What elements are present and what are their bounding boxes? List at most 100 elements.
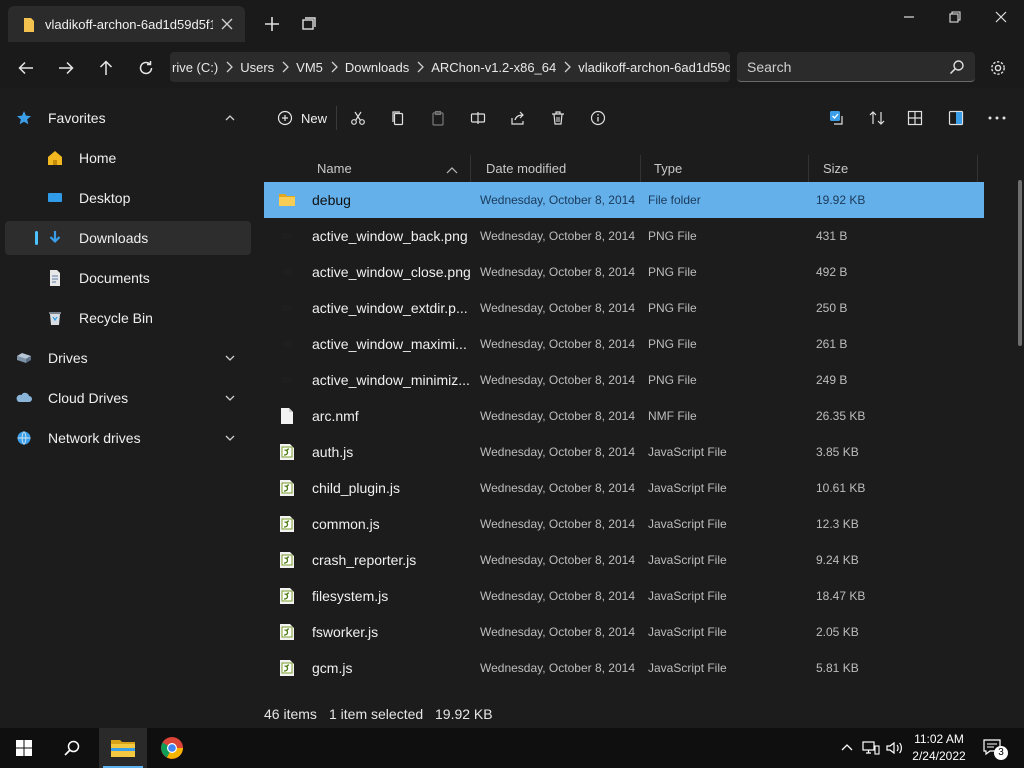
js-file-icon (278, 587, 296, 605)
chevron-down-icon[interactable] (223, 431, 237, 445)
sidebar-item-downloads[interactable]: Downloads (5, 221, 251, 255)
paste-icon[interactable] (427, 107, 449, 129)
search-input[interactable] (747, 57, 937, 77)
properties-icon[interactable] (587, 107, 609, 129)
sidebar-item-home[interactable]: Home (5, 141, 251, 175)
file-type: JavaScript File (648, 625, 727, 639)
sidebar-item-recycle-bin[interactable]: Recycle Bin (5, 301, 251, 335)
sort-ascending-icon[interactable] (446, 163, 458, 174)
tab-overview-icon[interactable] (298, 14, 318, 34)
file-row[interactable]: active_window_minimiz... Wednesday, Octob… (264, 362, 984, 398)
column-type[interactable]: Type (654, 151, 804, 185)
home-icon (46, 149, 64, 167)
volume-icon[interactable] (886, 739, 904, 757)
image-icon (278, 227, 296, 245)
search-icon[interactable] (949, 59, 965, 78)
breadcrumb-drive[interactable]: rive (C:) (170, 60, 220, 75)
new-button[interactable]: New (272, 107, 332, 129)
vertical-scrollbar[interactable] (1018, 180, 1022, 346)
file-size: 250 B (816, 301, 848, 315)
notification-icon[interactable]: 3 (982, 738, 1008, 760)
minimize-icon[interactable] (886, 6, 932, 28)
restore-icon[interactable] (932, 6, 978, 28)
chevron-down-icon[interactable] (223, 351, 237, 365)
file-row[interactable]: common.js Wednesday, October 8, 2014 JavaS… (264, 506, 984, 542)
search-box[interactable] (737, 52, 975, 82)
forward-arrow-icon[interactable] (54, 56, 78, 80)
status-bar: 46 items 1 item selected 19.92 KB (256, 700, 1024, 728)
windows-start-icon[interactable] (0, 728, 48, 768)
preview-pane-icon[interactable] (945, 107, 967, 129)
file-name: gcm.js (312, 660, 353, 676)
sidebar-item-favorites[interactable]: Favorites (5, 101, 251, 135)
up-arrow-icon[interactable] (94, 56, 118, 80)
chevron-up-icon[interactable] (838, 739, 856, 757)
select-icon[interactable] (826, 107, 848, 129)
tab[interactable]: vladikoff-archon-6ad1d59d5f1a (8, 6, 245, 42)
refresh-icon[interactable] (134, 56, 158, 80)
column-type-label: Type (654, 160, 683, 176)
rename-icon[interactable] (467, 107, 489, 129)
breadcrumb-archon[interactable]: ARChon-v1.2-x86_64 (429, 60, 558, 75)
clock[interactable]: 11:02 AM 2/24/2022 (904, 731, 974, 765)
sidebar-item-label: Cloud Drives (48, 390, 129, 406)
back-arrow-icon[interactable] (14, 56, 38, 80)
cut-icon[interactable] (347, 107, 369, 129)
chevron-up-icon[interactable] (223, 111, 237, 125)
sort-icon[interactable] (866, 107, 888, 129)
column-size[interactable]: Size (823, 151, 973, 185)
file-row[interactable]: fsworker.js Wednesday, October 8, 2014 Jav… (264, 614, 984, 650)
file-type: JavaScript File (648, 589, 727, 603)
file-row[interactable]: active_window_back.png Wednesday, October… (264, 218, 984, 254)
copy-icon[interactable] (387, 107, 409, 129)
column-date-label: Date modified (486, 160, 567, 176)
file-type: JavaScript File (648, 445, 727, 459)
new-tab-icon[interactable] (262, 14, 282, 34)
file-explorer-icon[interactable] (99, 728, 147, 768)
file-row[interactable]: active_window_close.png Wednesday, Octobe… (264, 254, 984, 290)
close-window-icon[interactable] (978, 6, 1024, 28)
close-tab-icon[interactable] (218, 15, 236, 33)
command-bar: New (256, 96, 1024, 140)
breadcrumb-vm5[interactable]: VM5 (294, 60, 325, 75)
clock-date: 2/24/2022 (912, 749, 966, 763)
layout-icon[interactable] (904, 107, 926, 129)
column-name[interactable]: Name (317, 151, 467, 185)
breadcrumb-downloads[interactable]: Downloads (343, 60, 411, 75)
sidebar-item-drives[interactable]: Drives (5, 341, 251, 375)
clock-time: 11:02 AM (914, 732, 964, 746)
delete-icon[interactable] (547, 107, 569, 129)
desktop-icon (46, 189, 64, 207)
file-row[interactable]: crash_reporter.js Wednesday, October 8, 2… (264, 542, 984, 578)
sidebar-item-desktop[interactable]: Desktop (5, 181, 251, 215)
document-icon (46, 269, 64, 287)
file-row[interactable]: auth.js Wednesday, October 8, 2014 JavaScr… (264, 434, 984, 470)
gear-icon[interactable] (986, 56, 1010, 80)
breadcrumb-current-folder[interactable]: vladikoff-archon-6ad1d59d5f1a (576, 60, 730, 75)
more-icon[interactable] (986, 107, 1008, 129)
sidebar-item-network-drives[interactable]: Network drives (5, 421, 251, 455)
sidebar-item-documents[interactable]: Documents (5, 261, 251, 295)
file-row[interactable]: filesystem.js Wednesday, October 8, 2014 J… (264, 578, 984, 614)
image-icon (278, 263, 296, 281)
address-bar[interactable]: rive (C:) Users VM5 Downloads ARChon-v1.… (170, 52, 730, 82)
chrome-icon[interactable] (148, 728, 196, 768)
sidebar-item-label: Home (79, 150, 117, 166)
chevron-down-icon[interactable] (223, 391, 237, 405)
network-status-icon[interactable] (862, 739, 880, 757)
file-row[interactable]: active_window_maximi... Wednesday, Octobe… (264, 326, 984, 362)
file-date-modified: Wednesday, October 8, 2014 (480, 661, 635, 675)
file-row[interactable]: arc.nmf Wednesday, October 8, 2014 NMF Fil… (264, 398, 984, 434)
file-row[interactable]: debug Wednesday, October 8, 2014 File fold… (264, 182, 984, 218)
column-date[interactable]: Date modified (486, 151, 636, 185)
breadcrumb-users[interactable]: Users (238, 60, 276, 75)
file-date-modified: Wednesday, October 8, 2014 (480, 445, 635, 459)
file-row[interactable]: gcm.js Wednesday, October 8, 2014 JavaScri… (264, 650, 984, 686)
file-row[interactable]: child_plugin.js Wednesday, October 8, 201… (264, 470, 984, 506)
share-icon[interactable] (507, 107, 529, 129)
file-size: 492 B (816, 265, 848, 279)
file-row[interactable]: active_window_extdir.p... Wednesday, Octo… (264, 290, 984, 326)
file-type: PNG File (648, 265, 697, 279)
sidebar-item-cloud-drives[interactable]: Cloud Drives (5, 381, 251, 415)
search-icon[interactable] (48, 728, 96, 768)
